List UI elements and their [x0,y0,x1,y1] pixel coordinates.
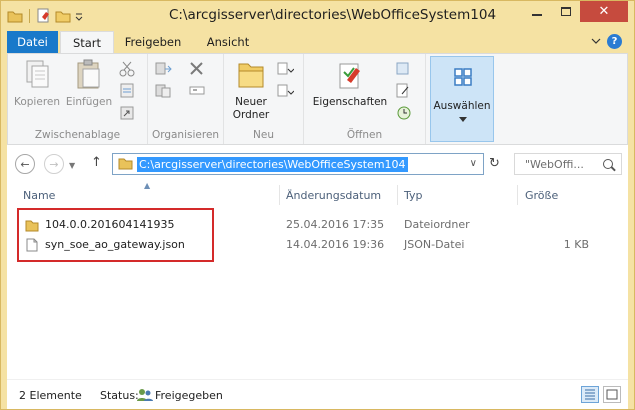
tab-ansicht[interactable]: Ansicht [196,31,260,53]
new-folder-icon[interactable] [55,8,71,24]
navigation-bar: ← → ▼ ↑ C:\arcgisserver\directories\WebO… [7,145,628,183]
arrow-right-icon: → [49,157,59,171]
recent-locations-chevron-icon[interactable]: ▼ [69,161,75,170]
refresh-button[interactable]: ↻ [489,156,500,171]
details-view-button[interactable] [581,386,599,403]
group-new: Neuer Ordner Neu [224,54,304,144]
copy-path-icon[interactable] [118,82,136,99]
shared-users-icon [137,388,153,402]
file-type: Dateiordner [404,218,470,231]
copy-to-icon[interactable] [154,82,172,99]
folder-icon [7,8,23,24]
ribbon: Kopieren Einfügen Zwischenablage Organis… [7,53,628,145]
highlight-box [17,208,214,262]
group-label-clipboard: Zwischenablage [34,129,121,141]
select-button[interactable]: Auswählen [430,56,494,142]
properties-button[interactable]: Eigenschaften [310,58,390,109]
help-icon[interactable]: ? [607,34,622,49]
properties-label: Eigenschaften [312,96,388,108]
window-title: C:\arcgisserver\directories\WebOfficeSys… [168,7,497,23]
close-icon: ✕ [598,4,610,19]
edit-icon[interactable] [394,82,412,99]
rename-icon[interactable] [188,82,206,99]
group-label-new: Neu [253,129,274,141]
back-button[interactable]: ← [15,154,35,174]
title-bar: C:\arcgisserver\directories\WebOfficeSys… [1,1,634,31]
paste-icon [73,58,105,92]
address-path[interactable]: C:\arcgisserver\directories\WebOfficeSys… [137,157,408,172]
select-all-icon [453,67,473,90]
chevron-down-icon[interactable] [74,8,84,24]
tab-freigeben[interactable]: Freigeben [117,31,189,53]
large-icons-view-button[interactable] [603,386,621,403]
file-size: 1 KB [563,238,589,251]
minimize-button[interactable] [522,1,551,22]
group-clipboard: Kopieren Einfügen Zwischenablage [8,54,148,144]
column-header-type[interactable]: Typ [404,189,423,202]
open-icon[interactable] [394,60,412,77]
close-button[interactable]: ✕ [580,1,628,22]
quick-access-toolbar [7,6,84,26]
search-box[interactable]: "WebOffi... [514,153,622,175]
copy-icon [21,58,53,92]
move-to-icon[interactable] [154,60,172,77]
chevron-down-icon [459,113,467,126]
column-header-size[interactable]: Größe [525,189,558,202]
column-header-name[interactable]: Name [23,189,55,202]
new-folder-button[interactable]: Neuer Ordner [228,58,274,122]
address-bar[interactable]: C:\arcgisserver\directories\WebOfficeSys… [112,153,484,175]
group-open: Eigenschaften Öffnen [304,54,426,144]
select-label: Auswählen [433,100,491,112]
file-date: 25.04.2016 17:35 [286,218,385,231]
address-dropdown-icon[interactable]: ∨ [470,158,477,169]
paste-button[interactable]: Einfügen [64,58,114,109]
explorer-window: C:\arcgisserver\directories\WebOfficeSys… [0,0,635,410]
minimize-icon [531,13,542,16]
group-label-open: Öffnen [346,129,383,141]
up-button[interactable]: ↑ [91,155,102,170]
new-folder-label-line2: Ordner [232,109,270,121]
file-list: ▲ Name Änderungsdatum Typ Größe 104.0.0.… [7,181,628,379]
search-input[interactable]: "WebOffi... [525,158,584,171]
paste-shortcut-icon[interactable] [118,104,136,121]
details-view-icon [585,389,595,400]
forward-button[interactable]: → [44,154,64,174]
easy-access-icon[interactable] [276,82,295,99]
properties-icon [334,58,366,92]
copy-button[interactable]: Kopieren [12,58,62,109]
folder-icon [235,58,267,92]
copy-label: Kopieren [13,96,61,108]
cut-icon[interactable] [118,60,136,77]
arrow-left-icon: ← [20,157,30,171]
group-label-organize: Organisieren [151,129,220,141]
delete-icon[interactable] [188,60,206,77]
status-shared: Freigegeben [155,389,223,402]
status-bar: 2 Elemente Status: Freigegeben [7,379,628,409]
column-header-date[interactable]: Änderungsdatum [286,189,381,202]
file-date: 14.04.2016 19:36 [286,238,385,251]
folder-icon [118,157,133,170]
status-label: Status: [100,389,139,402]
large-icons-view-icon [606,389,618,400]
maximize-icon [560,7,571,16]
sort-up-icon: ▲ [144,181,151,190]
new-folder-label-line1: Neuer [235,96,267,108]
search-icon [603,159,613,169]
ribbon-tabs: Datei Start Freigeben Ansicht ? [1,31,634,54]
tab-start[interactable]: Start [60,31,114,54]
ribbon-expand-icon[interactable] [591,36,601,46]
item-count: 2 Elemente [19,389,82,402]
new-item-icon[interactable] [276,60,295,77]
group-organize: Organisieren [148,54,224,144]
file-type: JSON-Datei [404,238,465,251]
tab-datei[interactable]: Datei [7,31,58,53]
paste-label: Einfügen [65,96,113,108]
history-icon[interactable] [394,104,412,121]
maximize-button[interactable] [552,1,579,22]
properties-icon[interactable] [36,8,52,24]
